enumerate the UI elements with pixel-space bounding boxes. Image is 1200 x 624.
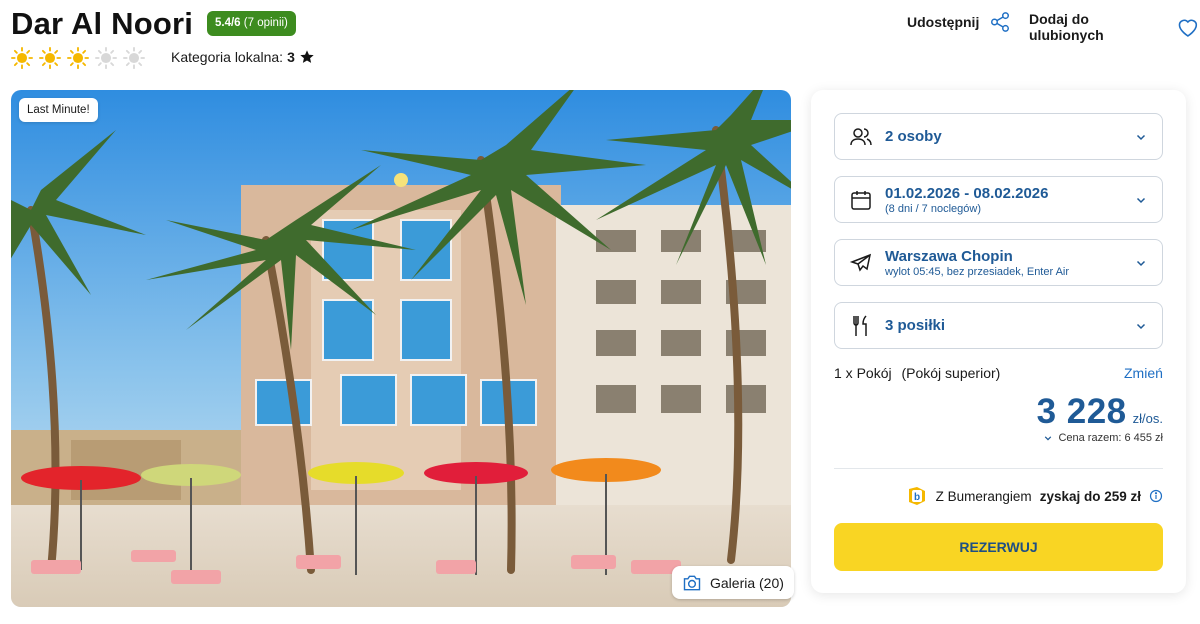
- divider: [834, 468, 1163, 469]
- hotel-photo[interactable]: [11, 90, 791, 607]
- svg-text:b: b: [914, 492, 920, 503]
- local-category-value: 3: [287, 49, 295, 65]
- flight-select[interactable]: Warszawa Chopin wylot 05:45, bez przesia…: [834, 239, 1163, 286]
- price-unit: zł/os.: [1132, 411, 1163, 426]
- dates-sub: (8 dni / 7 noclegów): [885, 202, 981, 215]
- room-type: (Pokój superior): [901, 365, 1001, 381]
- rating-score: 5.4/6: [215, 17, 241, 29]
- booking-panel: 2 osoby 01.02.2026 - 08.02.2026 (8 dni /…: [811, 90, 1186, 593]
- share-label: Udostępnij: [907, 14, 980, 30]
- sun-icon-empty: [95, 47, 117, 69]
- gallery-label: Galeria (20): [710, 574, 784, 591]
- sun-icon-filled: [39, 47, 61, 69]
- share-button[interactable]: Udostępnij: [907, 11, 1011, 33]
- last-minute-badge: Last Minute!: [19, 98, 98, 122]
- favorite-button[interactable]: Dodaj do ulubionych: [1029, 11, 1200, 43]
- camera-icon: [683, 575, 701, 590]
- bumerang-logo-icon: b: [908, 487, 925, 505]
- chevron-down-icon: [1136, 323, 1146, 329]
- heart-icon: [1178, 19, 1198, 37]
- flight-sub: wylot 05:45, bez przesiadek, Enter Air: [885, 265, 1070, 278]
- rating-badge[interactable]: 5.4/6 (7 opinii): [207, 11, 296, 36]
- rating-reviews: (7 opinii): [243, 17, 288, 29]
- favorite-label: Dodaj do ulubionych: [1029, 11, 1104, 43]
- bumerang-prefix: Z Bumerangiem: [935, 488, 1032, 504]
- price-amount: 3 228: [1036, 392, 1127, 431]
- sun-icon-filled: [11, 47, 33, 69]
- bumerang-info: b Z Bumerangiem zyskaj do 259 zł: [906, 485, 1163, 507]
- local-category: Kategoria lokalna: 3: [171, 49, 315, 65]
- persons-value: 2 osoby: [885, 128, 942, 145]
- airport-value: Warszawa Chopin: [885, 247, 1013, 265]
- sun-icon-filled: [67, 47, 89, 69]
- room-count: 1 x Pokój: [834, 365, 892, 381]
- hotel-name: Dar Al Noori: [11, 6, 194, 41]
- change-room-link[interactable]: Zmień: [1124, 365, 1163, 381]
- reserve-button[interactable]: REZERWUJ: [834, 523, 1163, 571]
- sun-rating: [11, 47, 145, 69]
- people-icon: [850, 127, 872, 145]
- total-price: Cena razem: 6 455 zł: [1058, 432, 1163, 444]
- airplane-icon: [849, 253, 872, 272]
- info-icon[interactable]: [1149, 489, 1163, 503]
- room-summary: 1 x Pokój (Pokój superior): [834, 365, 1000, 381]
- dates-select[interactable]: 01.02.2026 - 08.02.2026 (8 dni / 7 nocle…: [834, 176, 1163, 223]
- gallery-button[interactable]: Galeria (20): [672, 566, 794, 599]
- star-icon: [300, 50, 314, 63]
- chevron-down-icon: [1045, 436, 1052, 441]
- meals-select[interactable]: 3 posiłki: [834, 302, 1163, 349]
- meals-value: 3 posiłki: [885, 317, 946, 334]
- chevron-down-icon: [1136, 260, 1146, 266]
- dates-value: 01.02.2026 - 08.02.2026: [885, 184, 1049, 202]
- bumerang-highlight: zyskaj do 259 zł: [1039, 488, 1141, 504]
- share-icon: [991, 12, 1010, 32]
- local-category-label: Kategoria lokalna:: [171, 49, 284, 65]
- cutlery-icon: [853, 314, 867, 336]
- chevron-down-icon: [1136, 134, 1146, 140]
- total-price-toggle[interactable]: Cena razem: 6 455 zł: [1044, 432, 1163, 444]
- price: 3 228 zł/os.: [1037, 392, 1163, 432]
- calendar-icon: [851, 190, 871, 210]
- sun-icon-empty: [123, 47, 145, 69]
- chevron-down-icon: [1136, 197, 1146, 203]
- persons-select[interactable]: 2 osoby: [834, 113, 1163, 160]
